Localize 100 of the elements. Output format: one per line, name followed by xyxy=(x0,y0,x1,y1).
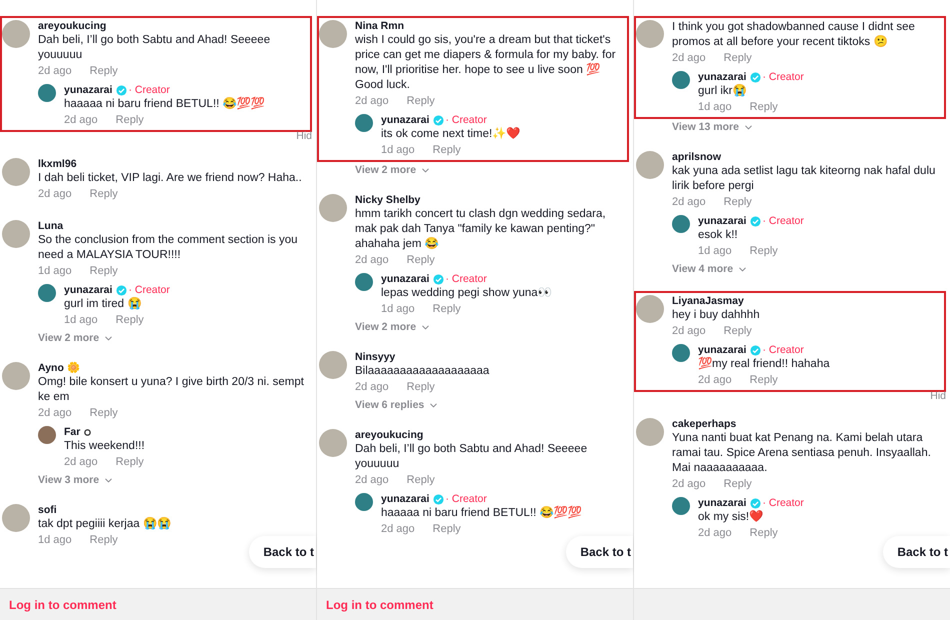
hide-link[interactable]: Hid xyxy=(296,130,312,142)
username-link[interactable]: LiyanaJasmay xyxy=(672,295,744,308)
view-more-link[interactable]: View 2 more xyxy=(355,163,432,178)
reply-link[interactable]: Reply xyxy=(724,51,752,66)
comment-time: 2d ago xyxy=(355,94,389,109)
avatar[interactable] xyxy=(38,84,56,102)
reply-link[interactable]: Reply xyxy=(432,143,461,158)
comment-text: its ok come next time!✨❤ xyxy=(381,127,522,142)
reply-link[interactable]: Reply xyxy=(750,100,778,115)
creator-label: · Creator xyxy=(762,497,804,510)
avatar[interactable] xyxy=(672,215,690,233)
reply-link[interactable]: Reply xyxy=(116,313,144,328)
reply-link[interactable]: Reply xyxy=(90,264,118,279)
back-to-top-button[interactable]: Back to t xyxy=(249,536,316,568)
reply-link[interactable]: Reply xyxy=(724,477,752,492)
username-link[interactable]: Ninsyyy xyxy=(355,351,396,364)
reply-link[interactable]: Reply xyxy=(432,522,461,537)
avatar[interactable] xyxy=(2,362,30,390)
username-link[interactable]: Ayno 🌼 xyxy=(38,362,80,375)
comment-time: 2d ago xyxy=(698,373,732,388)
comment-time: 2d ago xyxy=(38,406,72,421)
avatar[interactable] xyxy=(636,295,664,323)
comment-time: 2d ago xyxy=(381,522,415,537)
comment-text: haaaaa ni baru friend BETUL!! 😂💯💯 xyxy=(381,506,583,521)
reply-link[interactable]: Reply xyxy=(406,94,435,109)
hide-link[interactable]: Hid xyxy=(930,390,946,402)
reply-link[interactable]: Reply xyxy=(406,473,435,488)
login-link[interactable]: Log in to comment xyxy=(326,596,434,614)
reply-link[interactable]: Reply xyxy=(724,195,752,210)
reply-link[interactable]: Reply xyxy=(432,302,461,317)
avatar[interactable] xyxy=(2,220,30,248)
view-more-link[interactable]: View 4 more xyxy=(672,262,748,277)
comment-time: 1d ago xyxy=(38,264,72,279)
avatar[interactable] xyxy=(319,351,347,379)
comment-text: esok k!! xyxy=(698,228,739,243)
avatar[interactable] xyxy=(355,493,373,511)
reply-link[interactable]: Reply xyxy=(750,526,778,541)
reply-link[interactable]: Reply xyxy=(750,373,778,388)
reply-link[interactable]: Reply xyxy=(116,455,144,470)
creator-label: · Creator xyxy=(445,493,487,506)
comment-time: 2d ago xyxy=(672,324,706,339)
avatar[interactable] xyxy=(355,114,373,132)
username-link[interactable]: areyoukucing xyxy=(355,429,424,442)
avatar[interactable] xyxy=(2,158,30,186)
comment-time: 2d ago xyxy=(355,380,389,395)
reply-link[interactable]: Reply xyxy=(724,324,752,339)
avatar[interactable] xyxy=(636,151,664,179)
username-link[interactable]: aprilsnow xyxy=(672,151,722,164)
username-link[interactable]: lkxml96 xyxy=(38,158,77,171)
avatar[interactable] xyxy=(672,71,690,89)
avatar[interactable] xyxy=(636,20,664,48)
avatar[interactable] xyxy=(636,418,664,446)
username-link[interactable]: Nicky Shelby xyxy=(355,194,420,207)
reply-link[interactable]: Reply xyxy=(406,380,435,395)
username-link[interactable]: yunazarai xyxy=(698,71,746,84)
reply-link[interactable]: Reply xyxy=(750,244,778,259)
reply-link[interactable]: Reply xyxy=(116,113,144,128)
username-link[interactable]: yunazarai xyxy=(381,493,430,506)
back-to-top-button[interactable]: Back to t xyxy=(566,536,633,568)
username-link[interactable]: yunazarai xyxy=(64,284,112,297)
view-more-link[interactable]: View 6 replies xyxy=(355,398,440,413)
reply-link[interactable]: Reply xyxy=(90,533,118,548)
avatar[interactable] xyxy=(319,194,347,222)
username-link[interactable]: yunazarai xyxy=(698,344,746,357)
username-link[interactable]: sofi xyxy=(38,504,57,517)
view-more-link[interactable]: View 13 more xyxy=(672,120,754,135)
view-more-link[interactable]: View 3 more xyxy=(38,473,114,488)
username-link[interactable]: Nina Rmn xyxy=(355,20,404,33)
username-link[interactable]: yunazarai xyxy=(698,497,746,510)
comment-text: haaaaa ni baru friend BETUL!! 😂💯💯 xyxy=(64,97,266,112)
reply-link[interactable]: Reply xyxy=(90,64,118,79)
username-link[interactable]: yunazarai xyxy=(698,215,746,228)
reply-link[interactable]: Reply xyxy=(90,187,118,202)
comment-text: Dah beli, I’ll go both Sabtu and Ahad! Seeeee youuuuu xyxy=(38,33,272,63)
reply-link[interactable]: Reply xyxy=(406,253,435,268)
comment-time: 1d ago xyxy=(38,533,72,548)
avatar[interactable] xyxy=(38,284,56,302)
avatar[interactable] xyxy=(38,426,56,444)
comment-text: wish I could go sis, you're a dream but that ticket's price can get me diapers & formula for my baby. for now, I'll prioritise her. hope to see u live soon 💯 Good luck. xyxy=(355,33,617,93)
username-link[interactable]: yunazarai xyxy=(64,84,112,97)
comment-time: 1d ago xyxy=(698,244,732,259)
login-link[interactable]: Log in to comment xyxy=(9,596,116,614)
username-link[interactable]: cakeperhaps xyxy=(672,418,736,431)
reply-link[interactable]: Reply xyxy=(90,406,118,421)
avatar[interactable] xyxy=(319,20,347,48)
avatar[interactable] xyxy=(2,504,30,532)
username-link[interactable]: areyoukucing xyxy=(38,20,106,33)
view-more-link[interactable]: View 2 more xyxy=(355,320,432,335)
avatar[interactable] xyxy=(319,429,347,457)
avatar[interactable] xyxy=(672,497,690,515)
avatar[interactable] xyxy=(672,344,690,362)
username-link[interactable]: yunazarai xyxy=(381,273,430,286)
avatar[interactable] xyxy=(355,273,373,291)
comment-text: This weekend!!! xyxy=(64,439,146,454)
username-link[interactable]: Far xyxy=(64,426,80,439)
username-link[interactable]: Luna xyxy=(38,220,64,233)
username-link[interactable]: yunazarai xyxy=(381,114,430,127)
back-to-top-button[interactable]: Back to t xyxy=(883,536,950,568)
view-more-link[interactable]: View 2 more xyxy=(38,331,114,346)
avatar[interactable] xyxy=(2,20,30,48)
